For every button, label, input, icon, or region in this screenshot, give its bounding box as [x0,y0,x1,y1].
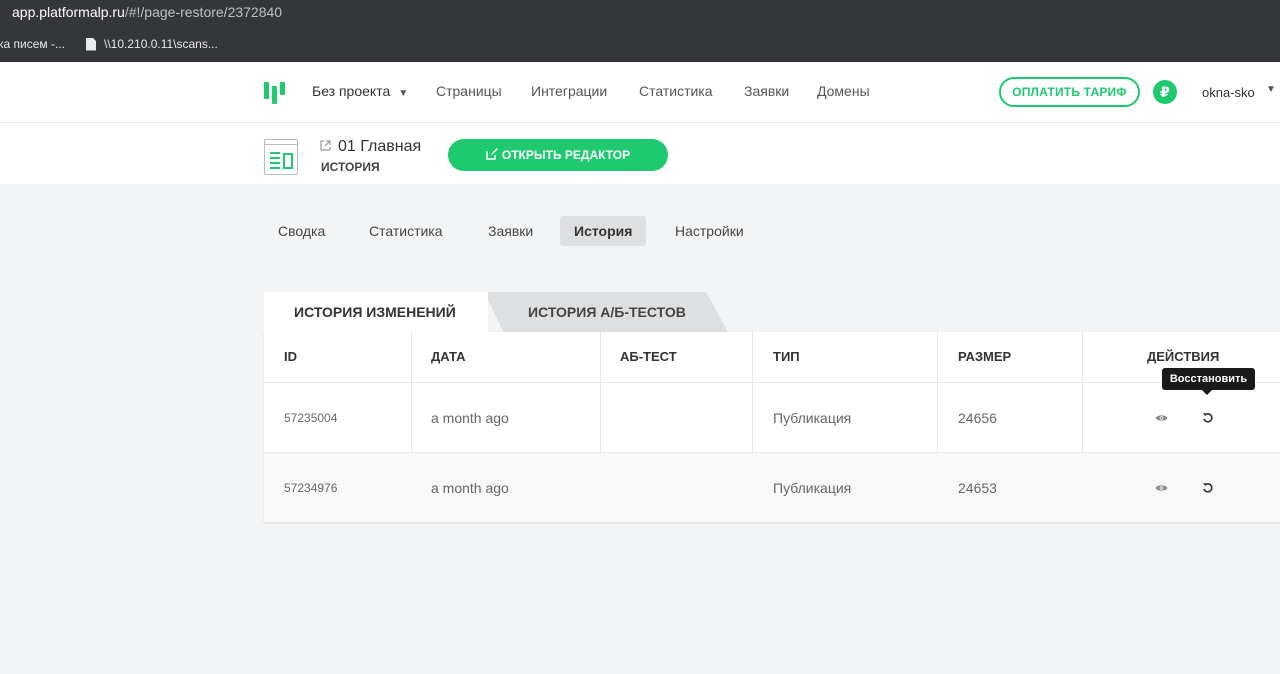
edit-icon [486,148,498,160]
eye-icon[interactable] [1155,414,1168,422]
bookmark-item[interactable]: \\10.210.0.11\scans... [86,37,218,51]
tab-history[interactable]: История [560,216,647,246]
logo-icon[interactable] [264,82,286,104]
cell-size: 24656 [958,410,997,426]
url-host: app.platformalp.ru [12,4,125,20]
tab-settings[interactable]: Настройки [661,216,758,246]
cell-type: Публикация [773,410,852,426]
user-menu[interactable]: okna-sko [1202,85,1255,100]
open-editor-label: ОТКРЫТЬ РЕДАКТОР [501,148,631,162]
bookmark-label: \\10.210.0.11\scans... [104,37,218,51]
cell-type: Публикация [773,480,852,496]
cell-id: 57234976 [284,481,338,495]
file-icon [86,37,96,51]
bookmark-label: ка писем -... [0,37,65,51]
nav-statistics[interactable]: Статистика [639,83,713,99]
table-row: 57235004 a month ago Публикация 24656 [264,382,1280,452]
cell-date: a month ago [431,410,509,426]
tab-change-history[interactable]: ИСТОРИЯ ИЗМЕНЕНИЙ [264,292,488,332]
project-label: Без проекта [312,83,391,99]
restore-icon[interactable] [1202,482,1214,494]
nav-requests[interactable]: Заявки [744,83,789,99]
column-header-id: ID [284,349,297,364]
cell-id: 57235004 [284,411,338,425]
nav-integrations[interactable]: Интеграции [531,83,607,99]
history-table: ID ДАТА АБ-ТЕСТ ТИП РАЗМЕР ДЕЙСТВИЯ 5723… [264,332,1280,522]
external-link-icon[interactable] [320,140,331,154]
app-header: Без проекта ▼ Страницы Интеграции Статист… [0,62,1280,122]
open-editor-button[interactable]: ОТКРЫТЬ РЕДАКТОР [448,139,668,171]
tab-summary[interactable]: Сводка [264,216,339,246]
column-header-type: ТИП [773,349,800,364]
bookmarks-bar: ка писем -... \\10.210.0.11\scans... [0,28,1280,62]
bookmark-item[interactable]: ка писем -... [0,37,65,51]
tab-ab-test-history[interactable]: ИСТОРИЯ А/Б-ТЕСТОВ [484,292,728,332]
pay-tariff-button[interactable]: ОПЛАТИТЬ ТАРИФ [999,77,1140,107]
browser-address-bar[interactable]: app.platformalp.ru/#!/page-restore/23728… [0,0,1280,28]
nav-pages[interactable]: Страницы [436,83,502,99]
caret-down-icon[interactable]: ▼ [1266,84,1276,95]
cell-date: a month ago [431,480,509,496]
column-header-date: ДАТА [431,349,466,364]
restore-icon[interactable] [1202,412,1214,424]
column-header-size: РАЗМЕР [958,349,1012,364]
cell-size: 24653 [958,480,997,496]
project-selector[interactable]: Без проекта ▼ [312,83,408,99]
eye-icon[interactable] [1155,484,1168,492]
restore-tooltip: Восстановить [1162,368,1255,395]
nav-domains[interactable]: Домены [817,83,870,99]
page-thumbnail-icon [264,139,298,175]
page-subtitle: ИСТОРИЯ [321,160,380,174]
page-header: 01 Главная ИСТОРИЯ ОТКРЫТЬ РЕДАКТОР [0,122,1280,184]
balance-badge[interactable]: ₽ [1153,80,1177,104]
url-path: /#!/page-restore/2372840 [124,4,283,20]
tab-requests[interactable]: Заявки [474,216,547,246]
page-title: 01 Главная [338,138,422,155]
caret-down-icon: ▼ [398,88,409,99]
column-header-ab-test: АБ-ТЕСТ [620,349,677,364]
table-row: 57234976 a month ago Публикация 24653 [264,452,1280,522]
tab-statistics[interactable]: Статистика [355,216,457,246]
